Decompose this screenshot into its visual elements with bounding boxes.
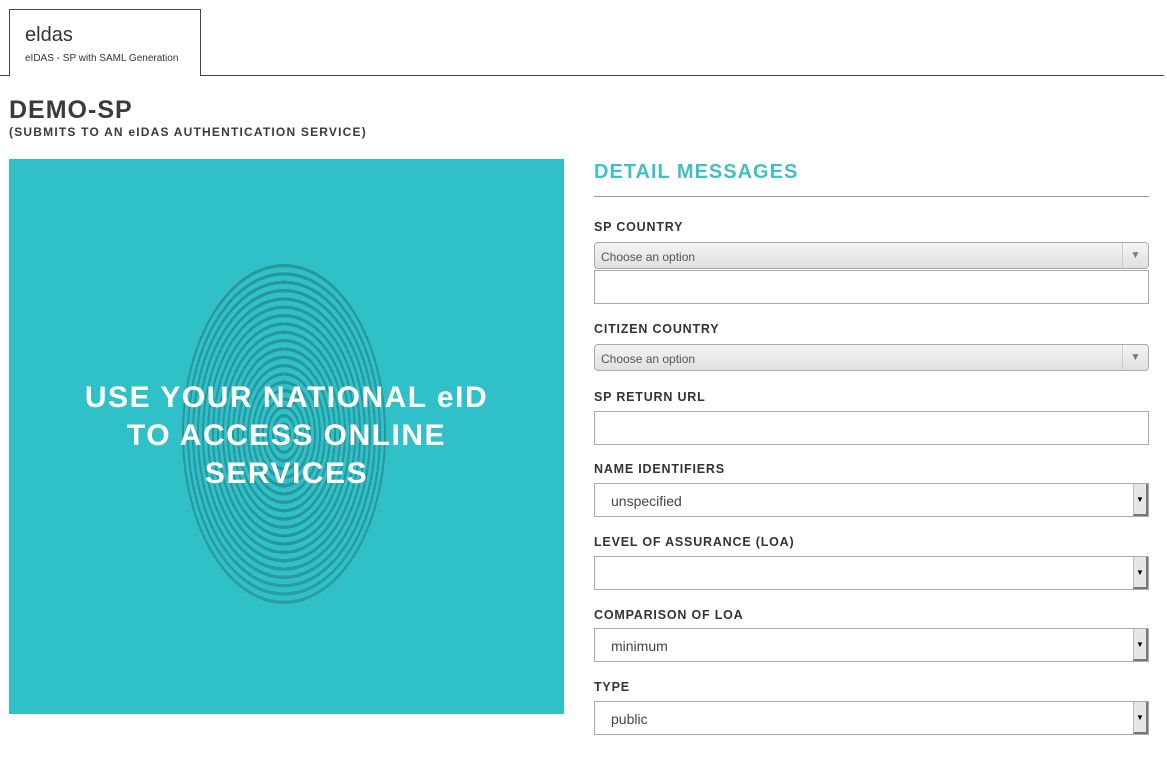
page-title: DEMO-SP [9, 96, 133, 124]
hero-line: TO ACCESS ONLINE [126, 419, 447, 452]
sp-return-url-label: SP RETURN URL [594, 390, 706, 404]
hero-banner: USE YOUR NATIONAL eID TO ACCESS ONLINE S… [9, 159, 564, 714]
hero-line: USE YOUR NATIONAL eID [84, 381, 489, 414]
triangle-down-icon: ▼ [1133, 484, 1148, 516]
triangle-down-icon: ▼ [1133, 702, 1148, 734]
citizen-country-select[interactable]: Choose an option ▼ [594, 344, 1149, 371]
citizen-country-label: CITIZEN COUNTRY [594, 322, 720, 336]
sp-country-input[interactable] [594, 270, 1149, 304]
sp-country-label: SP COUNTRY [594, 220, 684, 234]
type-select[interactable]: public ▼ [594, 701, 1149, 735]
citizen-country-placeholder: Choose an option [601, 352, 696, 366]
triangle-down-icon: ▼ [1133, 557, 1148, 589]
name-identifiers-select[interactable]: unspecified ▼ [594, 483, 1149, 517]
sp-return-url-input[interactable] [594, 411, 1149, 445]
loa-select[interactable]: ▼ [594, 556, 1149, 590]
page-subtitle: (SUBMITS TO AN eIDAS AUTHENTICATION SERV… [9, 125, 367, 139]
sp-country-placeholder: Choose an option [601, 250, 696, 264]
comparison-label: COMPARISON OF LOA [594, 608, 744, 622]
tab-eldas[interactable]: eldas eIDAS - SP with SAML Generation [9, 9, 201, 76]
type-value: public [611, 711, 648, 727]
comparison-select[interactable]: minimum ▼ [594, 628, 1149, 662]
comparison-value: minimum [611, 638, 668, 654]
tab-title: eldas [25, 24, 73, 46]
hero-message: USE YOUR NATIONAL eID TO ACCESS ONLINE S… [9, 379, 564, 493]
sp-country-select[interactable]: Choose an option ▼ [594, 242, 1149, 269]
hero-line: SERVICES [204, 457, 369, 490]
detail-title: DETAIL MESSAGES [594, 159, 1149, 197]
name-identifiers-label: NAME IDENTIFIERS [594, 462, 725, 476]
type-label: TYPE [594, 680, 630, 694]
name-identifiers-value: unspecified [611, 493, 682, 509]
triangle-down-icon: ▼ [1122, 345, 1148, 370]
detail-section: DETAIL MESSAGES [594, 159, 1149, 197]
tab-subtitle: eIDAS - SP with SAML Generation [25, 53, 179, 64]
loa-label: LEVEL OF ASSURANCE (LOA) [594, 535, 795, 549]
triangle-down-icon: ▼ [1133, 629, 1148, 661]
triangle-down-icon: ▼ [1122, 243, 1148, 268]
